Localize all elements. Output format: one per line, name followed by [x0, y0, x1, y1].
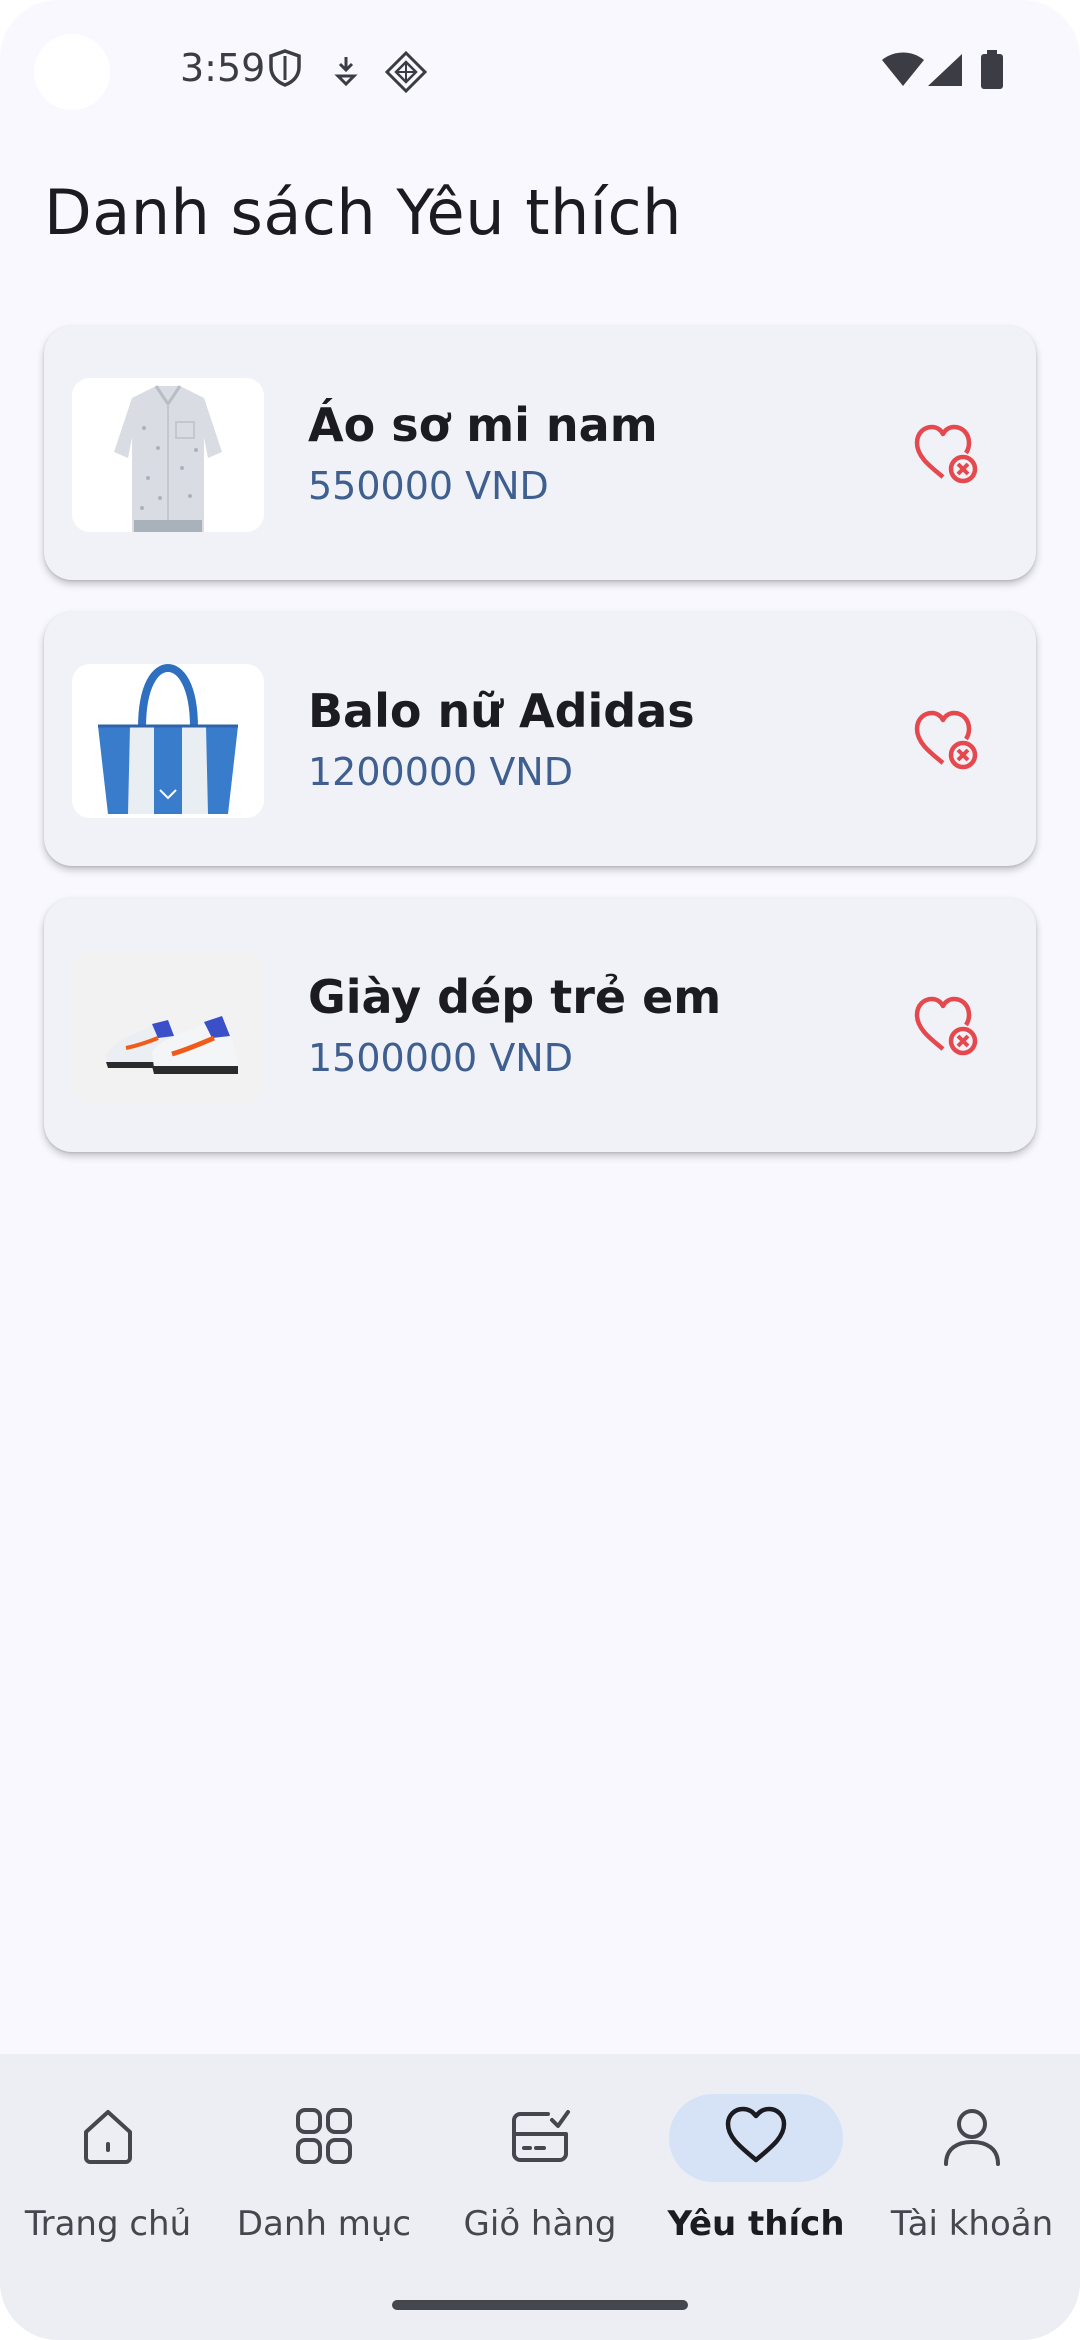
item-price: 1200000 VND [308, 750, 573, 794]
home-icon [76, 2104, 140, 2173]
item-price: 1500000 VND [308, 1036, 573, 1080]
bottom-navigation: Trang chủ Danh mục Giỏ hàng Yêu thích Tà… [0, 2054, 1080, 2340]
nav-label: Yêu thích [667, 2204, 845, 2244]
battery-icon [980, 50, 1004, 95]
wishlist-item[interactable]: Balo nữ Adidas 1200000 VND [44, 612, 1036, 866]
nav-label: Tài khoản [890, 2204, 1054, 2244]
status-bar: 3:59 [0, 0, 1080, 140]
shield-icon [268, 48, 302, 93]
shoes-image [72, 950, 264, 1104]
heart-icon [724, 2106, 788, 2171]
nav-item-categories[interactable]: Danh mục [216, 2094, 432, 2294]
heart-remove-icon [913, 423, 979, 490]
item-name: Giày dép trẻ em [308, 970, 722, 1024]
nav-pill [21, 2094, 195, 2182]
remove-favorite-button[interactable] [908, 990, 984, 1066]
app-diamond-icon [384, 50, 428, 99]
wishlist: Áo sơ mi nam 550000 VND Balo nữ Adidas 1… [44, 326, 1036, 1184]
nav-pill-active [669, 2094, 843, 2182]
remove-favorite-button[interactable] [908, 704, 984, 780]
nav-item-account[interactable]: Tài khoản [864, 2094, 1080, 2294]
cart-list-icon [508, 2104, 572, 2173]
tote-bag-image [72, 664, 264, 818]
page-title: Danh sách Yêu thích [44, 176, 682, 249]
wifi-icon [880, 52, 926, 93]
nav-label: Danh mục [236, 2204, 412, 2244]
wishlist-screen: 3:59 Danh sách Yêu thích Áo sơ mi nam 55… [0, 0, 1080, 2340]
nav-label: Trang chủ [24, 2204, 192, 2244]
item-name: Balo nữ Adidas [308, 684, 695, 738]
remove-favorite-button[interactable] [908, 418, 984, 494]
nav-pill [237, 2094, 411, 2182]
item-name: Áo sơ mi nam [308, 398, 658, 452]
nav-pill [453, 2094, 627, 2182]
grid-icon [292, 2104, 356, 2173]
nav-item-cart[interactable]: Giỏ hàng [432, 2094, 648, 2294]
heart-remove-icon [913, 995, 979, 1062]
camera-cutout [34, 34, 110, 110]
status-time: 3:59 [180, 46, 266, 90]
shirt-image [72, 378, 264, 532]
nav-label: Giỏ hàng [463, 2204, 617, 2244]
home-indicator[interactable] [392, 2300, 688, 2310]
wishlist-item[interactable]: Áo sơ mi nam 550000 VND [44, 326, 1036, 580]
wishlist-item[interactable]: Giày dép trẻ em 1500000 VND [44, 898, 1036, 1152]
nav-item-favorites[interactable]: Yêu thích [648, 2094, 864, 2294]
user-icon [940, 2104, 1004, 2173]
nav-pill [885, 2094, 1059, 2182]
heart-remove-icon [913, 709, 979, 776]
item-price: 550000 VND [308, 464, 549, 508]
download-icon [332, 54, 360, 93]
signal-icon [926, 52, 964, 93]
nav-item-home[interactable]: Trang chủ [0, 2094, 216, 2294]
